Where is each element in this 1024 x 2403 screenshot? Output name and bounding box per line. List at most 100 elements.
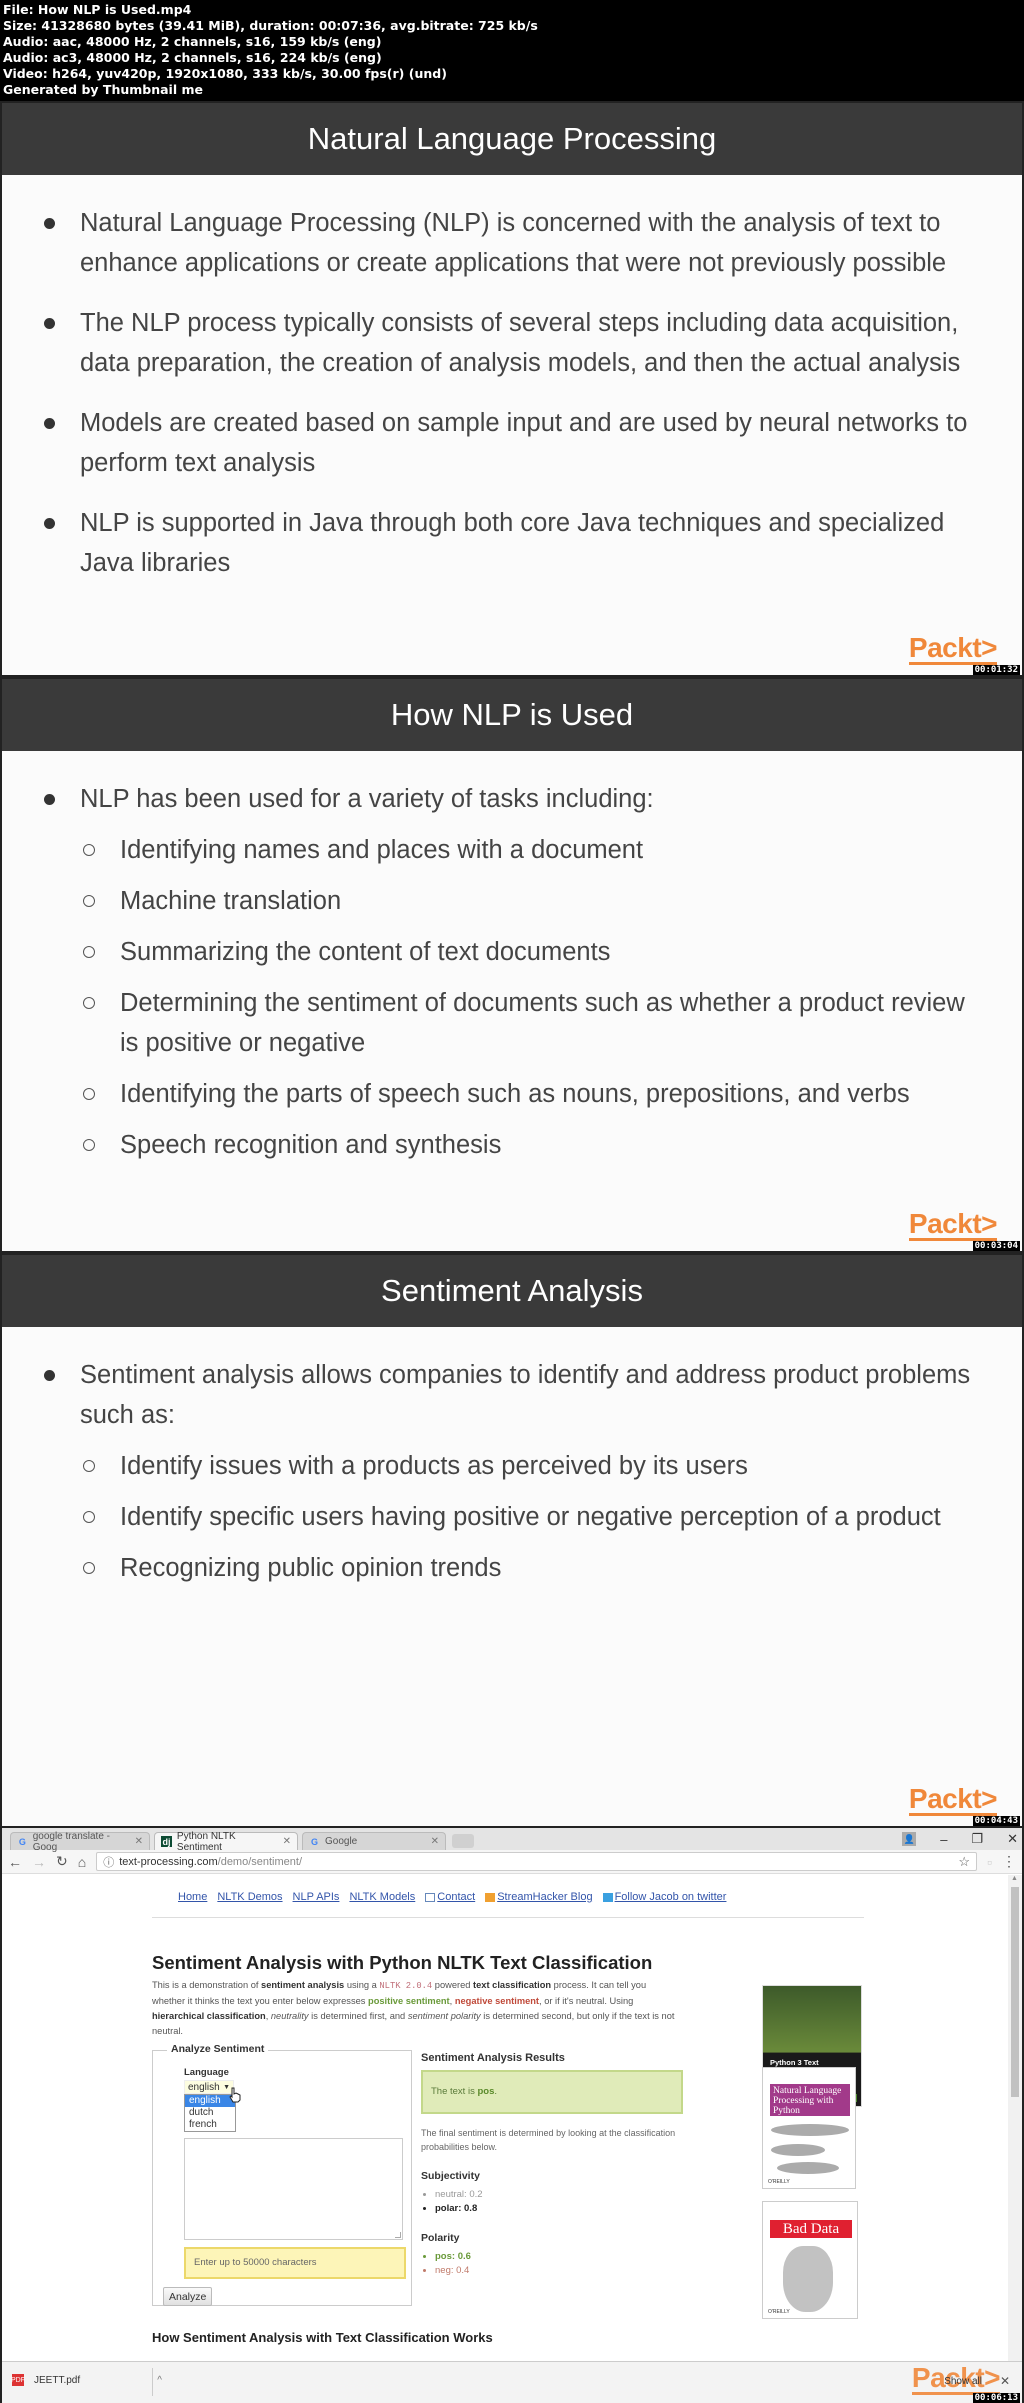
- close-window-icon[interactable]: ✕: [1007, 1831, 1018, 1847]
- bullet-item: Natural Language Processing (NLP) is con…: [42, 203, 982, 283]
- site-nav: Home NLTK Demos NLP APIs NLTK Models Con…: [178, 1891, 726, 1903]
- back-icon[interactable]: ←: [8, 1854, 22, 1870]
- bookmark-star-icon[interactable]: ☆: [958, 1854, 970, 1870]
- pdf-file-icon: PDF: [11, 2374, 25, 2386]
- intro-code: NLTK 2.0.4: [379, 1981, 433, 1991]
- book-cover-bad-data[interactable]: Bad Data O'REILLY: [762, 2201, 858, 2319]
- intro-text: This is a demonstration of: [152, 1980, 262, 1990]
- show-all-downloads-link[interactable]: Show all: [944, 2376, 982, 2387]
- reload-icon[interactable]: ↻: [56, 1853, 68, 1870]
- nav-link-nlp-apis[interactable]: NLP APIs: [293, 1891, 340, 1903]
- nav-link-label: Contact: [437, 1891, 476, 1903]
- sub-bullet-item: Determining the sentiment of documents s…: [42, 983, 982, 1063]
- new-tab-button[interactable]: [452, 1834, 474, 1848]
- slide-title: Sentiment Analysis: [2, 1255, 1022, 1327]
- verdict-value: pos: [477, 2086, 495, 2097]
- browser-toolbar: ← → ↻ ⌂ ⓘ text-processing.com/demo/senti…: [2, 1850, 1022, 1874]
- subjectivity-list: neutral: 0.2 polar: 0.8: [435, 2188, 686, 2216]
- video-timestamp: 00:04:43: [972, 1816, 1020, 1826]
- analyze-button[interactable]: Analyze: [163, 2287, 213, 2306]
- nav-link-blog[interactable]: StreamHacker Blog: [485, 1891, 593, 1903]
- scrollbar-thumb[interactable]: [1011, 1887, 1019, 2097]
- chevron-up-icon[interactable]: ^: [157, 2375, 162, 2386]
- web-page: Home NLTK Demos NLP APIs NLTK Models Con…: [2, 1875, 1008, 2361]
- twitter-icon: [602, 1892, 613, 1902]
- language-select[interactable]: english ▼: [184, 2080, 234, 2094]
- fish-illustration: [771, 2144, 825, 2156]
- file-info-line: Audio: aac, 48000 Hz, 2 channels, s16, 1…: [3, 34, 382, 49]
- polarity-heading: Polarity: [421, 2232, 460, 2244]
- nav-link-nltk-demos[interactable]: NLTK Demos: [217, 1891, 282, 1903]
- bullet-item: NLP is supported in Java through both co…: [42, 503, 982, 583]
- subjectivity-heading: Subjectivity: [421, 2170, 480, 2182]
- forward-icon[interactable]: →: [32, 1854, 46, 1870]
- language-label: Language: [184, 2067, 229, 2078]
- close-tab-icon[interactable]: ✕: [431, 1836, 439, 1847]
- bullet-item: NLP has been used for a variety of tasks…: [42, 779, 982, 819]
- sub-bullet-item: Speech recognition and synthesis: [42, 1125, 982, 1165]
- download-filename: JEETT.pdf: [34, 2374, 81, 2386]
- close-tab-icon[interactable]: ✕: [283, 1836, 291, 1847]
- window-controls: 👤 – ❐ ✕: [902, 1828, 1018, 1850]
- tab-google-translate[interactable]: G google translate - Goog ✕: [10, 1831, 150, 1853]
- home-icon[interactable]: ⌂: [78, 1854, 86, 1870]
- google-favicon-icon: G: [18, 1836, 26, 1847]
- sentiment-results: Sentiment Analysis Results The text is p…: [421, 2052, 686, 2278]
- nav-link-label: Follow Jacob on twitter: [614, 1891, 727, 1903]
- verdict-box: The text is pos.: [421, 2070, 683, 2114]
- nav-link-twitter[interactable]: Follow Jacob on twitter: [602, 1891, 727, 1903]
- sub-bullet-item: Recognizing public opinion trends: [42, 1548, 982, 1588]
- divider: [152, 2368, 153, 2396]
- browser-window: G google translate - Goog ✕ dj Python NL…: [0, 1828, 1024, 2403]
- close-downloads-icon[interactable]: ✕: [1000, 2374, 1010, 2388]
- text-input-area[interactable]: [184, 2138, 403, 2240]
- file-info-line: Size: 41328680 bytes (39.41 MiB), durati…: [3, 18, 538, 33]
- language-option-french[interactable]: french: [185, 2119, 235, 2131]
- downloads-bar: PDF JEETT.pdf ^ Show all ✕: [2, 2361, 1022, 2403]
- tab-python-nltk-sentiment[interactable]: dj Python NLTK Sentiment ✕: [154, 1831, 298, 1853]
- file-info-line: File: How NLP is Used.mp4: [3, 2, 192, 17]
- nav-link-home[interactable]: Home: [178, 1891, 207, 1903]
- restore-icon[interactable]: ❐: [971, 1831, 983, 1847]
- bullet-item: Sentiment analysis allows companies to i…: [42, 1355, 982, 1435]
- profile-icon[interactable]: 👤: [902, 1832, 917, 1846]
- resize-handle[interactable]: [395, 2232, 401, 2238]
- nav-link-nltk-models[interactable]: NLTK Models: [349, 1891, 415, 1903]
- slide-nlp-overview: Natural Language Processing Natural Lang…: [0, 101, 1024, 677]
- close-tab-icon[interactable]: ✕: [135, 1836, 143, 1847]
- menu-icon[interactable]: ⋮: [1002, 1853, 1016, 1870]
- video-timestamp: 00:06:13: [972, 2393, 1020, 2403]
- results-heading: Sentiment Analysis Results: [421, 2052, 565, 2064]
- intro-bold: text classification: [473, 1980, 552, 1990]
- polarity-pos: pos: 0.6: [435, 2250, 686, 2264]
- address-bar[interactable]: ⓘ text-processing.com/demo/sentiment/ ☆: [96, 1852, 978, 1871]
- publisher-label: O'REILLY: [768, 2309, 790, 2315]
- subjectivity-polar: polar: 0.8: [435, 2202, 686, 2216]
- intro-bold: hierarchical classification: [152, 2011, 266, 2021]
- verdict-text: .: [494, 2086, 497, 2097]
- bullet-item: The NLP process typically consists of se…: [42, 303, 982, 383]
- form-legend: Analyze Sentiment: [167, 2043, 269, 2055]
- intro-text: is determined first, and: [308, 2011, 408, 2021]
- info-icon[interactable]: ⓘ: [103, 1854, 114, 1870]
- minimize-icon[interactable]: –: [940, 1832, 947, 1847]
- scroll-up-icon[interactable]: ▲: [1011, 1875, 1018, 1882]
- language-option-dutch[interactable]: dutch: [185, 2107, 235, 2119]
- intro-italic: sentiment polarity: [407, 2011, 481, 2021]
- tab-label: Google: [325, 1836, 358, 1847]
- book-title: Bad Data: [770, 2220, 852, 2238]
- book-cover-nlp-with-python[interactable]: Natural Language Processing with Python …: [762, 2067, 856, 2189]
- download-item[interactable]: PDF JEETT.pdf ^: [11, 2374, 162, 2386]
- language-select-value: english: [188, 2082, 220, 2093]
- nav-link-contact[interactable]: Contact: [425, 1891, 475, 1903]
- tab-google[interactable]: G Google ✕: [302, 1832, 446, 1850]
- page-scrollbar[interactable]: ▲: [1008, 1875, 1022, 2361]
- video-timestamp: 00:01:32: [972, 665, 1020, 675]
- file-info-line: Generated by Thumbnail me: [3, 82, 203, 97]
- sub-bullet-item: Identify specific users having positive …: [42, 1497, 982, 1537]
- intro-bold: sentiment analysis: [261, 1980, 345, 1990]
- extension-icon[interactable]: ▫: [987, 1854, 992, 1870]
- analyze-sentiment-form: Analyze Sentiment Language english ▼ eng…: [152, 2043, 412, 2306]
- polarity-neg: neg: 0.4: [435, 2264, 686, 2278]
- positive-sentiment-text: positive sentiment: [368, 1996, 450, 2006]
